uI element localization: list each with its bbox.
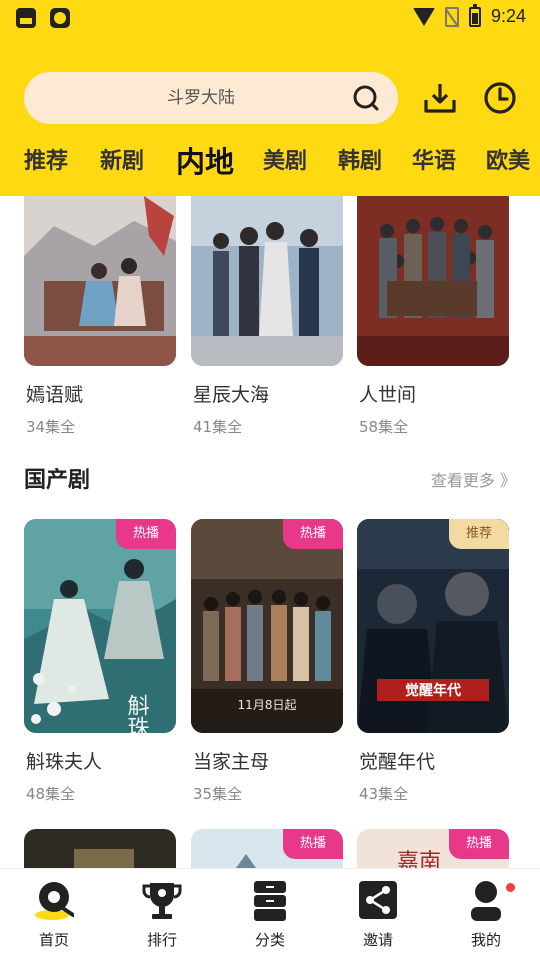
hot-badge: 热播 [283, 519, 343, 549]
drama-title: 斛珠夫人 [26, 751, 103, 773]
search-placeholder: 斗罗大陆 [167, 88, 235, 108]
poster-title-art: 觉醒年代 [405, 682, 461, 699]
tab-mainland[interactable]: 内地 [176, 140, 234, 184]
poster [191, 196, 343, 366]
drama-episodes: 58集全 [359, 418, 409, 436]
nav-category[interactable]: 分类 [216, 869, 324, 960]
tab-western[interactable]: 欧美 [486, 140, 530, 184]
drama-episodes: 48集全 [26, 785, 76, 803]
header: 9:24 斗罗大陆 推荐 新剧 内地 美剧 韩剧 华语 欧美 [0, 0, 540, 196]
bottom-navigation: 首页 排行 分类 邀请 我的 [0, 868, 540, 960]
poster-date-art: 11月8日起 [238, 698, 297, 712]
gallery-notification-icon [16, 8, 36, 28]
nav-invite[interactable]: 邀请 [324, 869, 432, 960]
nav-label: 我的 [470, 931, 501, 949]
nav-label: 首页 [38, 931, 69, 949]
history-clock-icon[interactable] [482, 80, 518, 116]
hot-badge: 热播 [449, 829, 509, 859]
poster [24, 829, 176, 868]
drama-episodes: 41集全 [193, 418, 243, 436]
drama-title: 星辰大海 [193, 384, 270, 406]
battery-icon [468, 3, 481, 27]
drama-episodes: 35集全 [193, 785, 243, 803]
poster [24, 196, 176, 366]
status-bar: 9:24 [0, 0, 540, 36]
see-more-link[interactable]: 查看更多 》 [431, 467, 516, 491]
tab-new[interactable]: 新剧 [100, 140, 144, 184]
trophy-icon [142, 883, 182, 919]
poster [357, 196, 509, 366]
tab-korea[interactable]: 韩剧 [338, 140, 382, 184]
drama-title: 觉醒年代 [359, 751, 436, 773]
nav-ranking[interactable]: 排行 [108, 869, 216, 960]
nav-label: 分类 [254, 931, 285, 949]
poster-title-art: 嘉南 [397, 850, 441, 868]
poster: 觉醒年代 推荐 [357, 519, 509, 733]
drama-title: 嫣语赋 [26, 384, 84, 406]
category-icon [254, 881, 286, 921]
app-root: 9:24 斗罗大陆 推荐 新剧 内地 美剧 韩剧 华语 欧美 嫣语赋 34集全 … [0, 0, 540, 960]
wifi-icon [412, 7, 435, 26]
category-tabs: 推荐 新剧 内地 美剧 韩剧 华语 欧美 [0, 140, 540, 184]
nav-profile[interactable]: 我的 [432, 869, 540, 960]
poster: 热播 [191, 829, 343, 868]
hot-badge: 热播 [283, 829, 343, 859]
status-time: 9:24 [490, 6, 526, 26]
nav-home[interactable]: 首页 [0, 869, 108, 960]
poster: 11月8日起 热播 [191, 519, 343, 733]
drama-episodes: 43集全 [359, 785, 409, 803]
poster: 斛珠夫人 热播 [24, 519, 176, 733]
drama-title: 人世间 [359, 384, 417, 406]
download-icon[interactable] [422, 80, 458, 116]
profile-icon [471, 881, 501, 921]
app-notification-icon [50, 8, 70, 28]
content-scroll[interactable]: 嫣语赋 34集全 星辰大海 41集全 人世间 58集全 国产剧 查看更多 》 热… [0, 196, 540, 868]
share-icon [359, 881, 397, 919]
tab-us[interactable]: 美剧 [263, 140, 307, 184]
nav-label: 排行 [146, 931, 177, 949]
recommend-badge: 推荐 [449, 519, 509, 549]
home-reel-icon [35, 882, 74, 920]
poster-title-art: 斛珠夫人 [124, 694, 150, 733]
nav-label: 邀请 [362, 931, 393, 949]
tab-chinese[interactable]: 华语 [412, 140, 456, 184]
tab-recommend[interactable]: 推荐 [24, 140, 68, 184]
notification-dot [506, 883, 515, 892]
search-bar[interactable]: 斗罗大陆 [24, 72, 398, 124]
hot-badge: 热播 [116, 519, 176, 549]
drama-episodes: 34集全 [26, 418, 76, 436]
no-sim-icon [444, 6, 459, 27]
section-title: 国产剧 [24, 468, 91, 493]
drama-title: 当家主母 [193, 751, 270, 773]
poster: 嘉南 热播 [357, 829, 509, 868]
search-icon[interactable] [352, 84, 380, 112]
